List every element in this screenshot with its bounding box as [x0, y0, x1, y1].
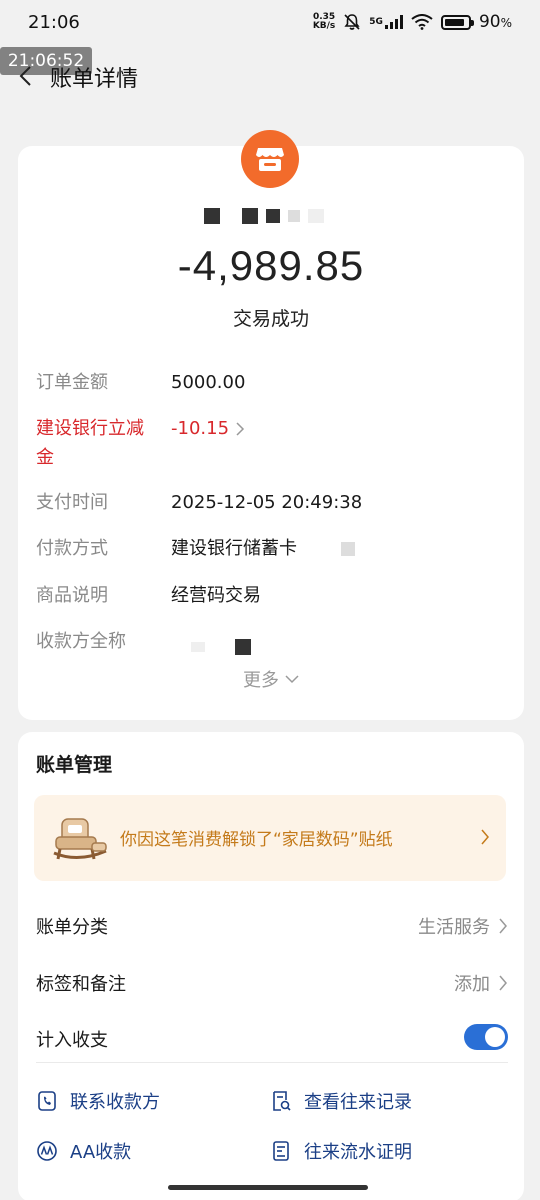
sticker-banner[interactable]: 你因这笔消费解锁了“家居数码”贴纸 [34, 795, 506, 881]
battery-icon [440, 14, 474, 30]
include-in-stats-row: 计入收支 [36, 1018, 508, 1058]
redaction-block [308, 209, 324, 223]
contact-payee-button[interactable]: 联系收款方 [36, 1088, 160, 1114]
aa-collect-button[interactable]: AA收款 [36, 1138, 131, 1164]
more-button[interactable]: 更多 [18, 666, 524, 692]
merchant-name-masked [204, 208, 324, 224]
signal-icon: 5G [369, 15, 403, 29]
header: 账单详情 [0, 52, 540, 100]
redaction-block [341, 541, 355, 556]
chevron-down-icon [285, 675, 299, 684]
redaction-block [288, 210, 300, 222]
redaction-block [204, 208, 220, 224]
status-bar: 21:06 0.35 KB/s 5G 90% [0, 0, 540, 44]
statement-proof-button[interactable]: 往来流水证明 [270, 1138, 412, 1164]
category-value: 生活服务 [418, 917, 490, 938]
bill-category-row[interactable]: 账单分类 生活服务 [36, 905, 508, 945]
include-toggle[interactable] [464, 1024, 508, 1050]
discount-value: -10.15 [171, 418, 230, 439]
armchair-sticker-icon [53, 818, 107, 860]
section-title: 账单管理 [36, 754, 113, 776]
home-indicator[interactable] [168, 1185, 368, 1190]
redaction-block [191, 642, 205, 652]
transaction-amount: -4,989.85 [177, 242, 365, 289]
merchant-store-icon [241, 130, 299, 188]
transaction-card: -4,989.85 交易成功 订单金额 5000.00 建设银行立减 金 -10… [18, 130, 524, 720]
chevron-right-icon [236, 421, 245, 436]
net-speed: 0.35 KB/s [312, 12, 336, 31]
aa-icon [37, 1141, 57, 1161]
doc-icon [273, 1141, 289, 1161]
phone-icon [38, 1091, 56, 1111]
status-icons: 0.35 KB/s 5G 90% [313, 12, 512, 32]
wifi-icon [411, 14, 433, 30]
mute-bell-icon [343, 13, 361, 31]
chevron-right-icon [499, 918, 507, 934]
battery-level: 90% [478, 12, 512, 32]
view-history-button[interactable]: 查看往来记录 [270, 1088, 412, 1114]
chevron-right-icon [499, 975, 507, 991]
page-title: 账单详情 [50, 67, 139, 92]
transaction-status: 交易成功 [232, 308, 309, 330]
tags-value: 添加 [454, 974, 490, 995]
bill-management-card: 账单管理 你因这笔消费解锁了“家居数码”贴纸 账单分类 生活服务 标签和备注 添… [18, 732, 524, 1200]
redaction-block [242, 208, 258, 224]
divider [36, 1062, 508, 1063]
status-time: 21:06 [28, 11, 80, 33]
sticker-text: 你因这笔消费解锁了“家居数码”贴纸 [120, 830, 393, 850]
redaction-block [266, 209, 280, 223]
redaction-block [235, 639, 251, 655]
tags-notes-row[interactable]: 标签和备注 添加 [36, 962, 508, 1002]
chevron-right-icon [481, 829, 489, 845]
back-arrow-icon[interactable] [14, 64, 38, 88]
search-doc-icon [273, 1091, 291, 1111]
